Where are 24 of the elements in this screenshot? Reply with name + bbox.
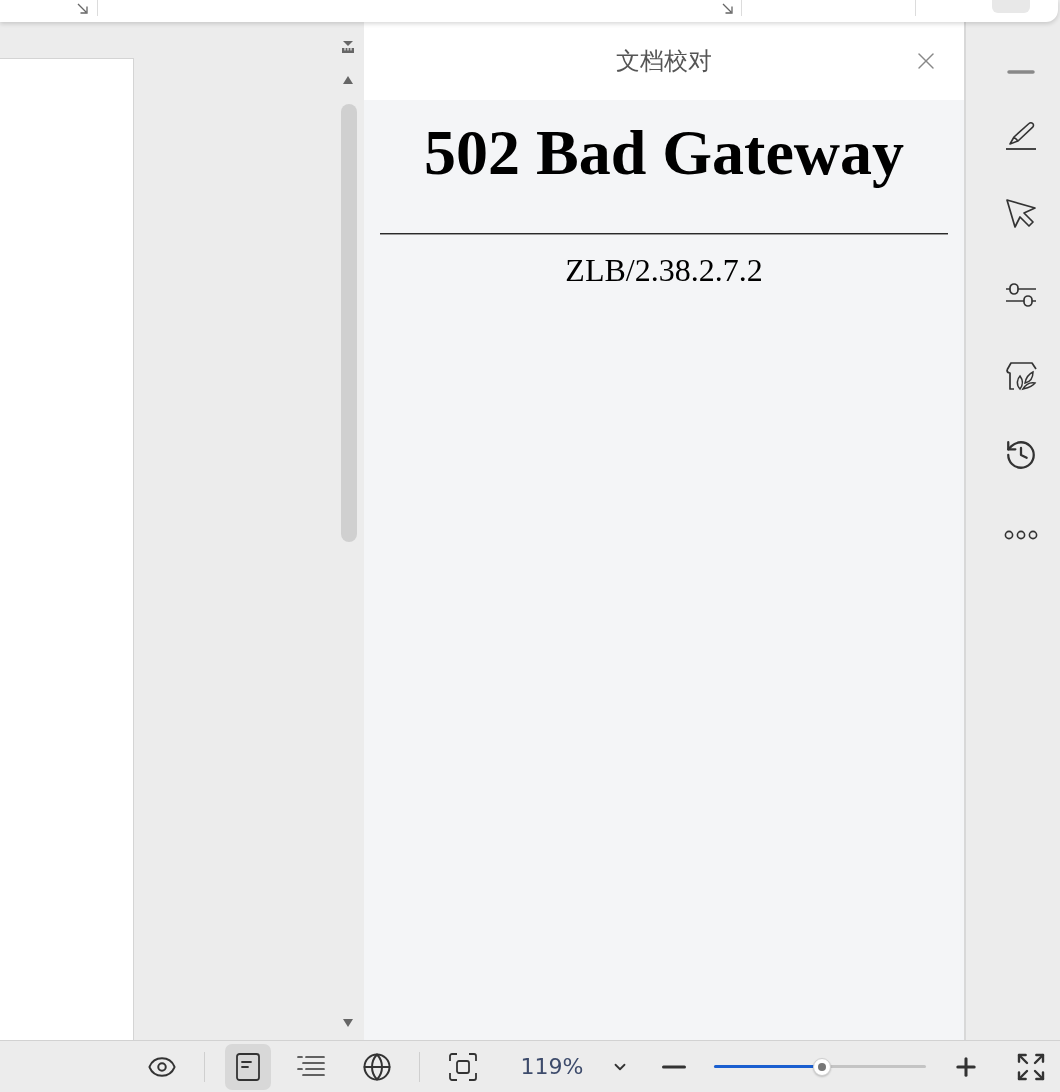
pen-line-icon [1005, 121, 1037, 151]
minus-icon [662, 1064, 686, 1069]
triangle-bar-icon[interactable] [342, 41, 354, 53]
panel-title: 文档校对 [616, 49, 712, 73]
view-mode-button[interactable] [225, 1043, 271, 1090]
fit-screen-icon [449, 1052, 477, 1081]
zoom-slider[interactable] [714, 1057, 926, 1076]
outline-list-icon [297, 1054, 325, 1079]
corner-arrow-icon[interactable] [77, 3, 88, 14]
globe-icon [362, 1051, 392, 1082]
history-icon [1004, 438, 1038, 472]
sliders-icon [1005, 282, 1037, 308]
more-icon [1004, 530, 1038, 540]
store-leaf-icon [1005, 361, 1037, 391]
slider-thumb[interactable] [813, 1057, 832, 1076]
server-version: ZLB/2.38.2.7.2 [565, 254, 763, 286]
scroll-down-icon[interactable] [343, 1019, 353, 1027]
zoom-percentage[interactable]: 119% [516, 1050, 588, 1083]
scroll-up-icon[interactable] [343, 76, 353, 84]
cursor-icon [1005, 198, 1037, 230]
page-view-icon [236, 1052, 260, 1081]
scrollbar-thumb[interactable] [341, 104, 357, 542]
corner-arrow-icon[interactable] [722, 3, 733, 14]
minus-icon [1007, 70, 1035, 74]
